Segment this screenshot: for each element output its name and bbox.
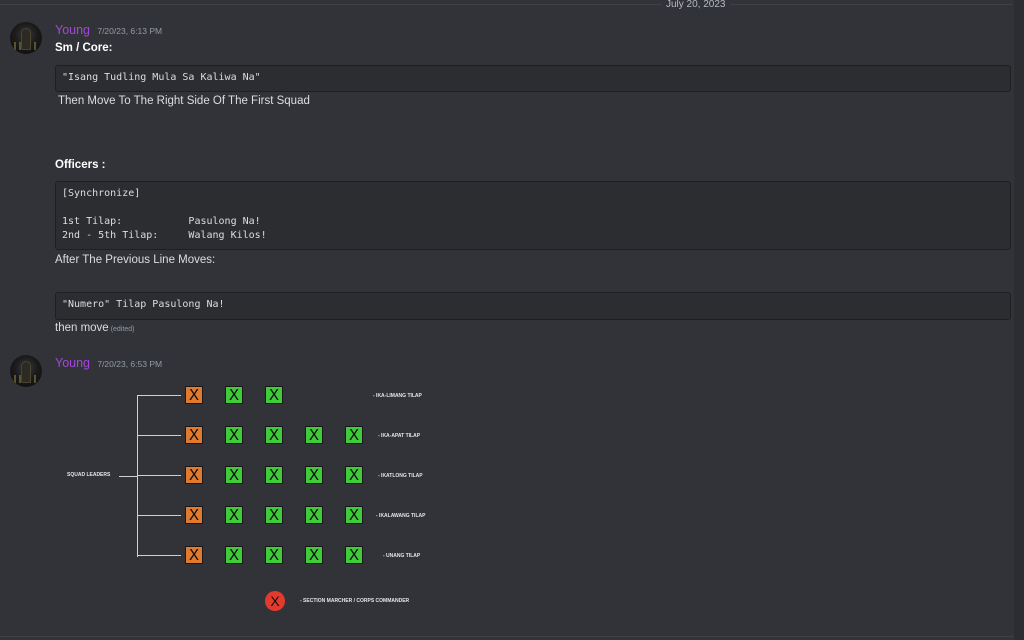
bracket-horizontal: [137, 435, 181, 436]
code-line: 2nd - 5th Tilap: Walang Kilos!: [62, 230, 267, 241]
member-marker: X: [265, 426, 283, 444]
member-marker: X: [265, 386, 283, 404]
message-line-1: Then Move To The Right Side Of The First…: [58, 95, 310, 107]
member-marker: X: [345, 426, 363, 444]
member-marker: X: [265, 506, 283, 524]
member-marker: X: [225, 426, 243, 444]
code-line: 1st Tilap: Pasulong Na!: [62, 216, 261, 227]
row-label: - IKA-APAT TILAP: [378, 433, 421, 439]
member-marker: X: [265, 546, 283, 564]
bottom-divider: [0, 636, 1014, 637]
bracket-horizontal: [137, 555, 181, 556]
member-marker: X: [305, 426, 323, 444]
squad-leader-marker: X: [185, 546, 203, 564]
code-block-1: "Isang Tudling Mula Sa Kaliwa Na": [55, 65, 1011, 92]
row-label: - IKA-LIMANG TILAP: [373, 393, 422, 399]
squad-leader-marker: X: [185, 466, 203, 484]
squad-leader-marker: X: [185, 426, 203, 444]
squad-leaders-label: SQUAD LEADERS: [67, 472, 111, 478]
bracket-horizontal: [137, 475, 181, 476]
formation-diagram-image[interactable]: SQUAD LEADERS X X X - IKA-LIMANG TILAP X X X X X…: [55, 380, 455, 620]
squad-leader-marker: X: [185, 386, 203, 404]
code-block-2: [Synchronize] 1st Tilap: Pasulong Na! 2n…: [55, 181, 1011, 250]
bracket-horizontal: [137, 515, 181, 516]
member-marker: X: [305, 546, 323, 564]
code-block-3: "Numero" Tilap Pasulong Na!: [55, 292, 1011, 320]
leader-connector: [119, 476, 137, 477]
timestamp[interactable]: 7/20/23, 6:53 PM: [97, 359, 162, 369]
user-avatar[interactable]: [10, 355, 42, 387]
member-marker: X: [345, 546, 363, 564]
user-avatar[interactable]: [10, 22, 42, 54]
row-label: - UNANG TILAP: [383, 553, 421, 559]
timestamp[interactable]: 7/20/23, 6:13 PM: [97, 26, 162, 36]
commander-marker: X: [265, 591, 285, 611]
message-line-2: After The Previous Line Moves:: [55, 254, 216, 266]
code-line: "Numero" Tilap Pasulong Na!: [62, 299, 225, 310]
member-marker: X: [345, 466, 363, 484]
member-marker: X: [305, 506, 323, 524]
member-marker: X: [305, 466, 323, 484]
member-marker: X: [225, 466, 243, 484]
message-line-3: then move (edited): [55, 322, 134, 334]
bracket-horizontal: [137, 395, 181, 396]
commander-label: - SECTION MARCHER / CORPS COMMANDER: [300, 598, 410, 604]
member-marker: X: [225, 386, 243, 404]
code-line: "Isang Tudling Mula Sa Kaliwa Na": [62, 72, 261, 83]
code-line: [Synchronize]: [62, 188, 141, 199]
heading-officers: Officers :: [55, 159, 106, 171]
member-marker: X: [225, 546, 243, 564]
username[interactable]: Young: [55, 23, 90, 37]
message-text: then move: [55, 322, 109, 334]
message-header: Young 7/20/23, 6:13 PM: [55, 23, 162, 37]
heading-sm-core: Sm / Core:: [55, 42, 113, 54]
row-label: - IKALAWANG TILAP: [376, 513, 426, 519]
scrollbar[interactable]: [1014, 0, 1024, 640]
member-marker: X: [345, 506, 363, 524]
edited-marker: (edited): [110, 326, 135, 333]
message-1: Young 7/20/23, 6:13 PM Sm / Core: "Isang…: [0, 0, 1014, 345]
username[interactable]: Young: [55, 356, 90, 370]
bracket-vertical: [137, 395, 138, 557]
message-header: Young 7/20/23, 6:53 PM: [55, 356, 162, 370]
squad-leader-marker: X: [185, 506, 203, 524]
member-marker: X: [265, 466, 283, 484]
member-marker: X: [225, 506, 243, 524]
row-label: - IKATLONG TILAP: [378, 473, 423, 479]
